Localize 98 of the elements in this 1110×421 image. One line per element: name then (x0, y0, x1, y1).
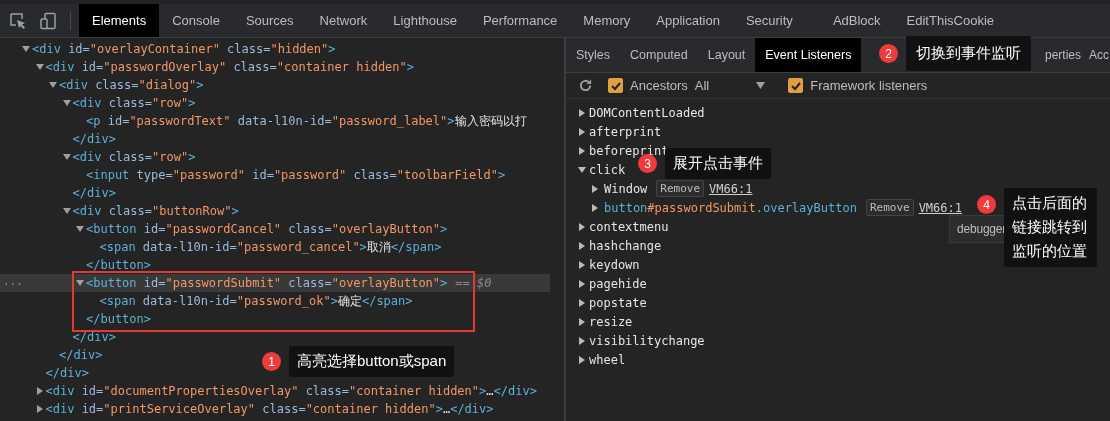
code-line: </div> (72, 330, 116, 344)
event-name[interactable]: DOMContentLoaded (589, 105, 705, 120)
selected-marker: == $0 (455, 276, 492, 290)
event-name[interactable]: contextmenu (589, 219, 669, 234)
remove-button[interactable]: Remove (865, 199, 914, 216)
collapsed-triangle-icon[interactable] (591, 203, 599, 212)
event-name[interactable]: keydown (589, 257, 640, 272)
code-line: </button> (86, 312, 152, 326)
code-line: <span data-l10n-id="password_cancel">取消</span> (99, 238, 442, 256)
collapsed-triangle-icon[interactable] (35, 387, 44, 395)
event-name[interactable]: visibilitychange (589, 333, 705, 348)
refresh-icon[interactable] (578, 78, 593, 93)
expanded-triangle-icon[interactable] (62, 207, 71, 215)
code-line: <div class="dialog"> (59, 78, 204, 92)
tab[interactable]: Network (306, 4, 381, 37)
expanded-triangle-icon[interactable] (62, 153, 71, 161)
tab[interactable]: Memory (570, 4, 644, 37)
collapsed-triangle-icon[interactable] (578, 108, 586, 117)
step-badge: 4 (977, 195, 996, 214)
tab[interactable]: Lighthouse (380, 4, 470, 37)
collapsed-triangle-icon[interactable] (578, 355, 586, 364)
collapsed-triangle-icon[interactable] (578, 127, 586, 136)
event-name[interactable]: afterprint (589, 124, 662, 139)
collapsed-triangle-icon[interactable] (578, 146, 586, 155)
collapsed-triangle-icon[interactable] (35, 405, 44, 413)
collapsed-triangle-icon[interactable] (591, 184, 599, 193)
checkbox-label: Ancestors (630, 78, 688, 93)
code-line: <p id="passwordText" data-l10n-id="password_label">输入密码以打 (86, 112, 527, 130)
tab[interactable]: EditThisCookie (893, 4, 1007, 37)
code-line: </button> (86, 258, 152, 272)
tab[interactable]: Layout (697, 38, 756, 72)
checkbox[interactable] (788, 78, 804, 93)
tab[interactable]: Security (732, 4, 806, 37)
collapsed-triangle-icon[interactable] (578, 241, 586, 250)
step-badge: 1 (262, 352, 281, 371)
tab[interactable]: perties (1040, 38, 1085, 72)
collapsed-triangle-icon[interactable] (578, 336, 586, 345)
event-name[interactable]: popstate (589, 295, 647, 310)
collapsed-triangle-icon[interactable] (578, 260, 586, 269)
more-icon[interactable]: ... (3, 274, 23, 290)
event-name[interactable]: pagehide (589, 276, 647, 291)
tab[interactable]: Computed (620, 38, 698, 72)
source-link[interactable]: VM66:1 (709, 181, 753, 196)
tab[interactable]: Acc (1085, 38, 1110, 72)
expanded-triangle-icon[interactable] (76, 225, 84, 233)
callout-label: 点击后面的链接跳转到监听的位置 (1004, 188, 1097, 267)
code-line: <button id="passwordCancel" class="overlayButton"> (86, 222, 448, 236)
expanded-triangle-icon[interactable] (62, 99, 71, 107)
checkbox[interactable] (608, 78, 623, 93)
tab[interactable]: AdBlock (819, 4, 894, 37)
callout-label: 切换到事件监听 (906, 36, 1031, 71)
tab[interactable]: Elements (79, 4, 160, 37)
callout-label: 高亮选择button或span (289, 346, 455, 377)
tab[interactable]: Event Listeners (755, 38, 862, 72)
code-line: <input type="password" id="password" class="toolbarField"> (86, 168, 506, 182)
device-icon[interactable] (39, 11, 57, 30)
step-badge: 3 (638, 154, 657, 173)
filter-dropdown[interactable]: All (694, 78, 710, 93)
selected-row[interactable]: <button id="passwordSubmit" class="overlayButton"> == $0 ... (0, 274, 550, 292)
tab[interactable]: Styles (566, 38, 621, 72)
code-line: <div id="documentPropertiesOverlay" class="container hidden">…</div> (45, 384, 537, 398)
code-line: <span data-l10n-id="password_ok">确定</span> (99, 292, 413, 310)
code-line: <div class="row"> (72, 96, 196, 110)
tab[interactable]: Application (643, 4, 733, 37)
code-line: <div id="passwordOverlay" class="container hidden"> (45, 60, 415, 74)
code-line: <button id="passwordSubmit" class="overlayButton"> (86, 276, 448, 290)
event-name[interactable]: wheel (589, 352, 626, 367)
expanded-triangle-icon[interactable] (49, 81, 57, 89)
tab[interactable]: Sources (232, 4, 307, 37)
collapsed-triangle-icon[interactable] (578, 279, 586, 288)
event-name[interactable]: hashchange (589, 238, 662, 253)
code-line: <div class="buttonRow"> (72, 204, 239, 218)
code-line: <div class="row"> (72, 150, 196, 164)
inspect-icon[interactable] (9, 11, 27, 30)
expanded-triangle-icon[interactable] (35, 63, 44, 71)
code-line: <div id="overlayContainer" class="hidden"> (32, 42, 336, 56)
expanded-triangle-icon[interactable] (76, 279, 84, 287)
collapsed-triangle-icon[interactable] (578, 222, 586, 231)
event-name[interactable]: click (589, 162, 626, 177)
checkbox-label: Framework listeners (810, 78, 928, 93)
expanded-triangle-icon[interactable] (22, 45, 30, 53)
code-line: </div> (59, 348, 103, 362)
code-line: </div> (45, 366, 89, 380)
callout-label: 展开点击事件 (665, 148, 771, 179)
tab[interactable]: Performance (469, 4, 571, 37)
tab[interactable]: Console (159, 4, 233, 37)
code-line: </div> (72, 132, 116, 146)
remove-button[interactable]: Remove (656, 180, 705, 197)
listener-target[interactable]: button#passwordSubmit.overlayButton (604, 200, 857, 215)
collapsed-triangle-icon[interactable] (578, 317, 586, 326)
listener-target[interactable]: Window (604, 181, 648, 196)
expanded-triangle-icon[interactable] (578, 165, 586, 174)
code-line: <div id="printServiceOverlay" class="container hidden">…</div> (45, 402, 494, 416)
caret-icon[interactable] (756, 82, 766, 89)
source-link[interactable]: VM66:1 (918, 200, 962, 215)
collapsed-triangle-icon[interactable] (578, 298, 586, 307)
code-line: </div> (72, 186, 116, 200)
event-name[interactable]: resize (589, 314, 633, 329)
